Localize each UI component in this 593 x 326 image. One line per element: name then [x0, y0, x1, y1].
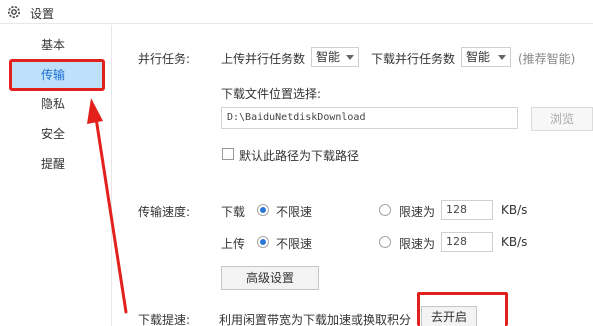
annotation-arrow-head — [87, 98, 103, 124]
annotation-arrow — [87, 98, 128, 314]
annotation-arrow-shaft — [94, 116, 128, 314]
